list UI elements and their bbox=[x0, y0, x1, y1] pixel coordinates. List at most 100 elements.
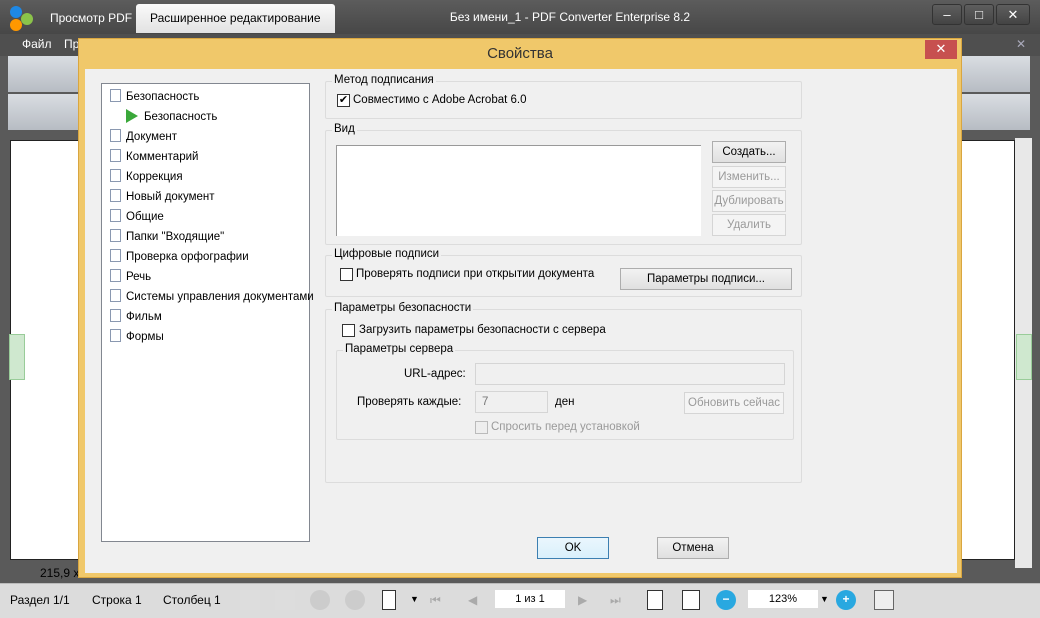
group-label: Вид bbox=[332, 123, 357, 135]
tree-item-label: Новый документ bbox=[126, 191, 215, 203]
page-icon bbox=[110, 209, 121, 222]
tree-item[interactable]: Комментарий bbox=[110, 148, 198, 166]
edit-button[interactable]: Изменить... bbox=[712, 166, 786, 188]
update-now-button[interactable]: Обновить сейчас bbox=[684, 392, 784, 414]
row-status: Строка 1 bbox=[92, 593, 142, 607]
dialog-close-button[interactable]: ✕ bbox=[925, 40, 957, 59]
first-page-icon[interactable]: ⏮ bbox=[430, 593, 441, 608]
tree-item[interactable]: Системы управления документами bbox=[110, 288, 314, 306]
fullscreen-icon[interactable] bbox=[874, 590, 894, 610]
tree-item-label: Документ bbox=[126, 131, 178, 143]
server-params-group: Параметры сервера URL-адрес: Проверять к… bbox=[336, 343, 794, 440]
tree-item-label: Папки "Входящие" bbox=[126, 231, 225, 243]
arrow-right-icon bbox=[126, 109, 138, 123]
page-icon bbox=[110, 309, 121, 322]
tree-item-label: Общие bbox=[126, 211, 164, 223]
ask-before-install-label: Спросить перед установкой bbox=[491, 421, 640, 433]
prev-page-icon[interactable]: ◀ bbox=[468, 593, 477, 607]
delete-button[interactable]: Удалить bbox=[712, 214, 786, 236]
verify-signatures-checkbox[interactable] bbox=[340, 268, 353, 281]
zoom-input[interactable]: 123% bbox=[748, 590, 818, 608]
compat-label: Совместимо с Adobe Acrobat 6.0 bbox=[353, 94, 527, 106]
maximize-button[interactable]: □ bbox=[964, 4, 994, 25]
fit-width-icon[interactable] bbox=[682, 590, 700, 610]
tree-item[interactable]: Папки "Входящие" bbox=[110, 228, 224, 246]
compat-checkbox[interactable]: ✔ bbox=[337, 94, 350, 107]
load-security-checkbox[interactable] bbox=[342, 324, 355, 337]
tree-item-label: Фильм bbox=[126, 311, 162, 323]
zoom-out-icon[interactable]: − bbox=[716, 590, 736, 610]
tree-item-label: Формы bbox=[126, 331, 164, 343]
verify-signatures-label: Проверять подписи при открытии документа bbox=[356, 268, 595, 280]
minimize-button[interactable]: – bbox=[932, 4, 962, 25]
page-icon bbox=[110, 269, 121, 282]
page-icon bbox=[110, 229, 121, 242]
tree-item[interactable]: Общие bbox=[110, 208, 164, 226]
url-input[interactable] bbox=[475, 363, 785, 385]
check-interval-input[interactable]: 7 bbox=[475, 391, 548, 413]
url-label: URL-адрес: bbox=[404, 368, 466, 380]
page-layout-icon[interactable] bbox=[382, 590, 396, 610]
tree-item[interactable]: Фильм bbox=[110, 308, 162, 326]
menu-file[interactable]: Файл bbox=[22, 37, 52, 51]
group-label: Параметры сервера bbox=[343, 343, 456, 355]
tree-item[interactable]: Безопасность bbox=[126, 108, 217, 126]
signing-method-group: Метод подписания ✔ Совместимо с Adobe Ac… bbox=[325, 74, 802, 119]
chevron-down-icon[interactable]: ▼ bbox=[410, 594, 419, 604]
fit-height-icon[interactable] bbox=[647, 590, 663, 610]
tree-item[interactable]: Проверка орфографии bbox=[110, 248, 249, 266]
ruler-readout: 215,9 x bbox=[40, 566, 80, 580]
next-page-icon[interactable]: ▶ bbox=[578, 593, 587, 607]
right-panel-toggle[interactable] bbox=[1016, 334, 1032, 380]
back-icon[interactable] bbox=[310, 590, 330, 610]
tree-item[interactable]: Речь bbox=[110, 268, 151, 286]
page-input[interactable]: 1 из 1 bbox=[495, 590, 565, 608]
left-panel-toggle[interactable] bbox=[9, 334, 25, 380]
forward-icon[interactable] bbox=[345, 590, 365, 610]
page-extract-icon[interactable] bbox=[275, 590, 295, 610]
tree-item[interactable]: Коррекция bbox=[110, 168, 183, 186]
tree-item[interactable]: Документ bbox=[110, 128, 177, 146]
tree-item-label: Речь bbox=[126, 271, 152, 283]
close-window-button[interactable]: ✕ bbox=[996, 4, 1030, 25]
tree-item[interactable]: Новый документ bbox=[110, 188, 215, 206]
page-insert-icon[interactable] bbox=[240, 590, 260, 610]
view-list[interactable] bbox=[336, 145, 701, 236]
zoom-dropdown-icon[interactable]: ▼ bbox=[820, 594, 829, 604]
digital-signatures-group: Цифровые подписи Проверять подписи при о… bbox=[325, 248, 802, 297]
signature-params-button[interactable]: Параметры подписи... bbox=[620, 268, 792, 290]
security-params-group: Параметры безопасности Загрузить парамет… bbox=[325, 302, 802, 483]
check-interval-label: Проверять каждые: bbox=[357, 396, 462, 408]
load-security-label: Загрузить параметры безопасности с серве… bbox=[359, 324, 606, 336]
tree-item[interactable]: Безопасность bbox=[110, 88, 199, 106]
page-icon bbox=[110, 169, 121, 182]
section-status: Раздел 1/1 bbox=[10, 593, 70, 607]
create-button[interactable]: Создать... bbox=[712, 141, 786, 163]
title-bar: Просмотр PDF Расширенное редактирование … bbox=[0, 0, 1040, 34]
group-label: Цифровые подписи bbox=[332, 248, 442, 260]
cancel-button[interactable]: Отмена bbox=[657, 537, 729, 559]
last-page-icon[interactable]: ⏭ bbox=[610, 593, 621, 608]
close-doc-icon[interactable]: ✕ bbox=[1016, 37, 1026, 51]
category-tree[interactable]: Безопасность Безопасность Документ Коммента… bbox=[101, 83, 314, 542]
tree-item-label: Безопасность bbox=[126, 91, 200, 103]
window-title: Без имени_1 - PDF Converter Enterprise 8… bbox=[449, 10, 691, 24]
dialog-body: Безопасность Безопасность Документ Коммента… bbox=[85, 69, 957, 573]
page-icon bbox=[110, 149, 121, 162]
page-icon bbox=[110, 249, 121, 262]
days-unit-label: ден bbox=[555, 396, 575, 408]
page-icon bbox=[110, 189, 121, 202]
zoom-in-icon[interactable]: + bbox=[836, 590, 856, 610]
status-bar: Раздел 1/1 Строка 1 Столбец 1 ▼ ⏮ ◀ 1 из… bbox=[0, 583, 1040, 618]
tab-advanced-edit[interactable]: Расширенное редактирование bbox=[136, 4, 335, 33]
dialog-title: Свойства bbox=[487, 45, 553, 62]
tab-pdf-view[interactable]: Просмотр PDF bbox=[36, 4, 146, 33]
tree-item[interactable]: Формы bbox=[110, 328, 164, 346]
ask-before-install-checkbox[interactable] bbox=[475, 421, 488, 434]
tree-item-label: Коррекция bbox=[126, 171, 183, 183]
tree-item-label: Комментарий bbox=[126, 151, 199, 163]
tree-item-label: Проверка орфографии bbox=[126, 251, 249, 263]
ok-button[interactable]: OK bbox=[537, 537, 609, 559]
page-icon bbox=[110, 129, 121, 142]
duplicate-button[interactable]: Дублировать bbox=[712, 190, 786, 212]
